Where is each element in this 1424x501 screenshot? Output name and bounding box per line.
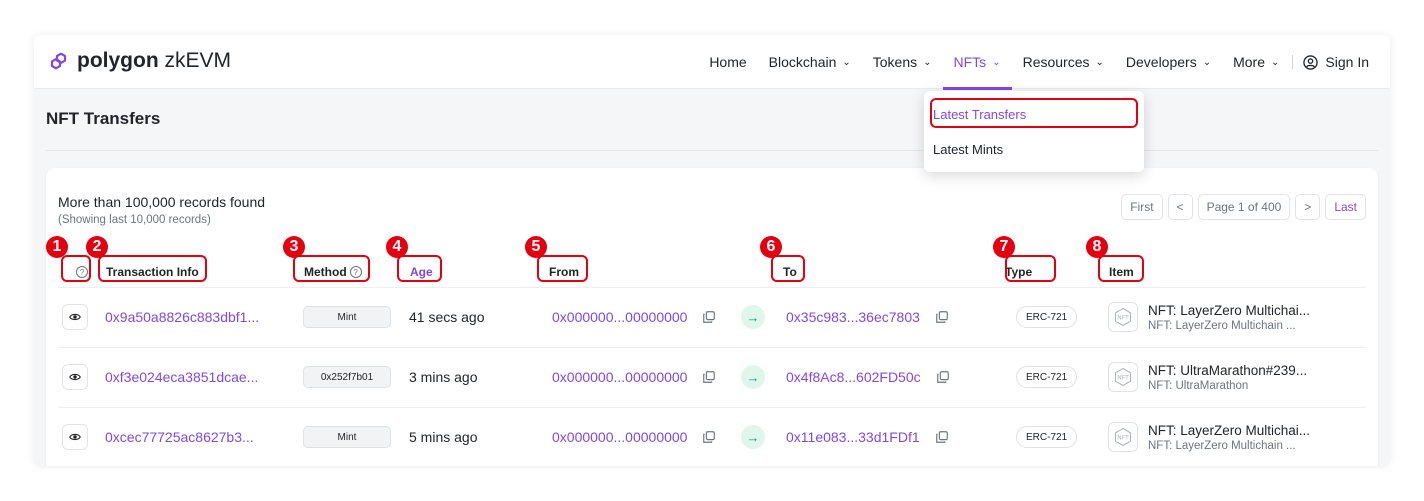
copy-icon[interactable] [702,430,716,444]
records-subtext: (Showing last 10,000 records) [58,214,211,226]
to-address-link[interactable]: 0x35c983...36ec7803 [786,309,920,325]
nft-hexagon-icon[interactable]: NFT [1108,362,1138,392]
page-indicator: Page 1 of 400 [1197,194,1291,220]
transfers-card: More than 100,000 records found (Showing… [46,168,1378,466]
token-type-badge: ERC-721 [1016,426,1078,448]
records-count: More than 100,000 records found [58,194,266,210]
main-nav: Home Blockchain ⌄ Tokens ⌄ NFTs ⌄ Resources… [698,35,1390,90]
table-row: 0x9a50a8826c883dbf1... Mint 41 secs ago … [46,287,1378,347]
user-circle-icon [1303,54,1319,70]
age-text: 5 mins ago [409,429,478,445]
method-badge: Mint [303,306,391,328]
arrow-right-icon: → [741,425,765,449]
nft-hexagon-icon[interactable]: NFT [1108,302,1138,332]
eye-icon[interactable] [62,424,88,450]
brand-logo[interactable]: polygon zkEVM [48,49,231,73]
annotation-badge-8: 8 [1086,236,1108,258]
svg-text:NFT: NFT [1117,375,1129,382]
highlight-from [537,255,588,282]
copy-icon[interactable] [935,310,949,324]
from-address-link[interactable]: 0x000000...00000000 [552,369,687,385]
highlight-item [1098,255,1144,282]
nav-home[interactable]: Home [698,35,757,89]
to-address-link[interactable]: 0x4f8Ac8...602FD50c [786,369,921,385]
chevron-down-icon: ⌄ [842,56,851,68]
annotation-badge-6: 6 [760,236,782,258]
page-title: NFT Transfers [46,109,161,128]
token-type-badge: ERC-721 [1016,366,1078,388]
prev-page-button[interactable]: < [1167,194,1193,220]
highlight-latest-transfers [930,98,1138,128]
highlight-info-header [61,255,91,282]
nav-resources[interactable]: Resources ⌄ [1012,35,1115,89]
browser-page: polygon zkEVM Home Blockchain ⌄ Tokens ⌄ N… [34,35,1390,466]
method-badge: Mint [303,426,391,448]
nft-item-title[interactable]: NFT: UltraMarathon#239... [1148,363,1307,378]
nav-nfts[interactable]: NFTs ⌄ [942,35,1012,90]
polygon-logo-icon [50,52,67,70]
nft-hexagon-icon[interactable]: NFT [1108,422,1138,452]
age-text: 41 secs ago [409,309,485,325]
nft-collection-name[interactable]: NFT: LayerZero Multichain ... [1148,320,1310,332]
nav-divider [1292,55,1294,69]
copy-icon[interactable] [936,370,950,384]
annotation-badge-7: 7 [993,236,1015,258]
highlight-to [771,255,805,282]
copy-icon[interactable] [702,310,716,324]
age-text: 3 mins ago [409,369,478,385]
nft-item-title[interactable]: NFT: LayerZero Multichai... [1148,303,1310,318]
eye-icon[interactable] [62,364,88,390]
arrow-right-icon: → [741,365,765,389]
highlight-type [1005,255,1056,282]
highlight-age [397,255,442,282]
next-page-button[interactable]: > [1295,194,1321,220]
from-address-link[interactable]: 0x000000...00000000 [552,429,687,445]
to-address-link[interactable]: 0x11e083...33d1FDf1 [786,429,920,445]
nav-more[interactable]: More ⌄ [1222,35,1290,89]
annotation-badge-3: 3 [283,236,305,258]
annotation-badge-1: 1 [46,236,68,258]
top-navbar: polygon zkEVM Home Blockchain ⌄ Tokens ⌄ N… [34,35,1390,90]
chevron-down-icon: ⌄ [1095,56,1104,68]
token-type-badge: ERC-721 [1016,306,1078,328]
divider [46,150,1378,151]
txn-hash-link[interactable]: 0xcec77725ac8627b3... [105,407,254,466]
txn-hash-link[interactable]: 0xf3e024eca3851dcae... [105,347,258,407]
first-page-button[interactable]: First [1121,194,1163,220]
nav-developers[interactable]: Developers ⌄ [1115,35,1222,89]
method-badge: 0x252f7b01 [303,366,391,388]
chevron-down-icon: ⌄ [1202,56,1212,68]
nav-tokens[interactable]: Tokens ⌄ [862,35,943,89]
annotation-badge-2: 2 [86,236,108,258]
menu-item-latest-mints[interactable]: Latest Mints [933,142,1003,157]
copy-icon[interactable] [702,370,716,384]
txn-hash-link[interactable]: 0x9a50a8826c883dbf1... [105,287,259,347]
pagination: First < Page 1 of 400 > Last [1116,194,1366,220]
annotation-badge-5: 5 [525,236,547,258]
brand-name: polygon zkEVM [77,49,231,72]
svg-text:NFT: NFT [1117,315,1129,322]
chevron-down-icon: ⌄ [1271,56,1280,68]
highlight-transaction-info [98,255,207,282]
table-row: 0xcec77725ac8627b3... Mint 5 mins ago 0x… [46,407,1378,466]
last-page-button[interactable]: Last [1325,194,1366,220]
eye-icon[interactable] [62,304,88,330]
nft-collection-name[interactable]: NFT: UltraMarathon [1148,380,1307,392]
copy-icon[interactable] [935,430,949,444]
from-address-link[interactable]: 0x000000...00000000 [552,309,687,325]
arrow-right-icon: → [741,305,765,329]
chevron-down-icon: ⌄ [923,56,932,68]
svg-text:NFT: NFT [1117,435,1129,442]
table-row: 0xf3e024eca3851dcae... 0x252f7b01 3 mins… [46,347,1378,407]
nft-item-title[interactable]: NFT: LayerZero Multichai... [1148,423,1310,438]
chevron-down-icon: ⌄ [992,56,1001,68]
nft-collection-name[interactable]: NFT: LayerZero Multichain ... [1148,440,1310,452]
annotation-badge-4: 4 [386,236,408,258]
highlight-method [293,255,370,282]
nav-blockchain[interactable]: Blockchain ⌄ [758,35,862,89]
sign-in-button[interactable]: Sign In [1295,54,1390,70]
